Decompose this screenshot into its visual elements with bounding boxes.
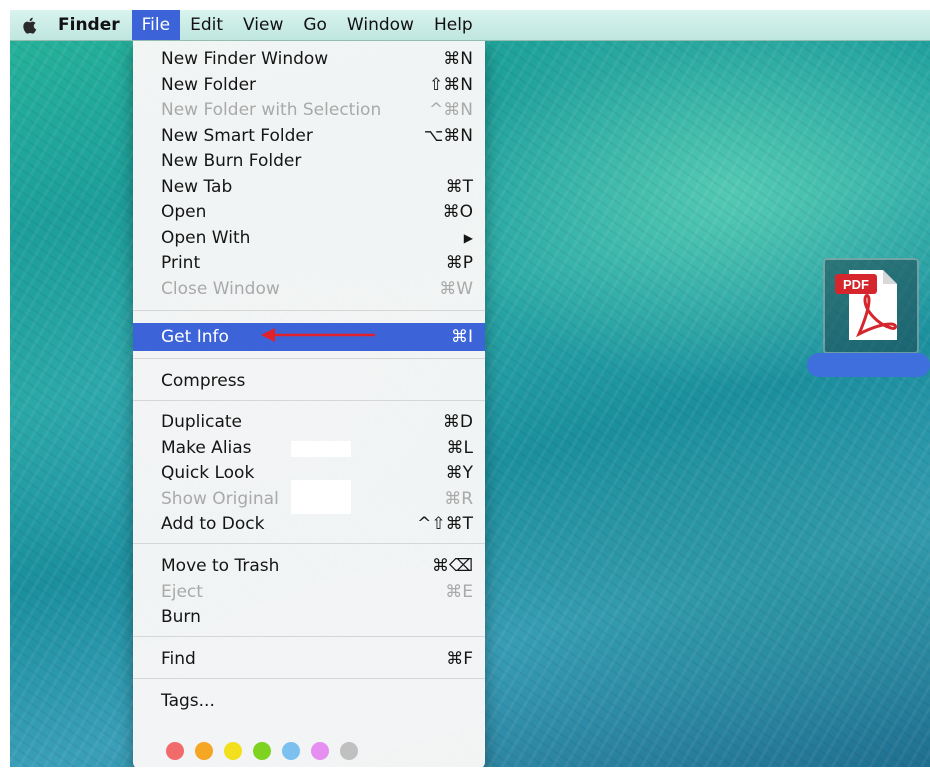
tag-yellow[interactable] (224, 742, 242, 760)
menubar-edit[interactable]: Edit (180, 10, 233, 40)
menu-item-shortcut: ^⌘N (429, 100, 473, 120)
menu-item-shortcut: ⌘D (442, 412, 473, 432)
menu-item-label: New Tab (161, 177, 233, 197)
menu-item-shortcut: ⌘I (450, 327, 473, 347)
tag-color-row (166, 742, 358, 760)
tag-red[interactable] (166, 742, 184, 760)
menubar-window[interactable]: Window (337, 10, 424, 40)
annotation-arrow-icon (261, 328, 375, 342)
menu-item-label: Close Window (161, 279, 280, 299)
menu-item-shortcut: ⌘N (443, 49, 473, 69)
tag-gray[interactable] (340, 742, 358, 760)
menu-item-print[interactable]: Print ⌘P (133, 250, 485, 276)
pdf-file-icon[interactable]: PDF (823, 258, 919, 354)
tag-blue[interactable] (282, 742, 300, 760)
menu-item-label: Burn (161, 607, 201, 627)
menu-item-shortcut: ⌘P (445, 253, 473, 273)
menu-separator (133, 310, 485, 311)
menubar-finder[interactable]: Finder (50, 10, 132, 40)
desktop: Finder File Edit View Go Window Help New… (10, 10, 930, 767)
menu-item-new-folder-with-selection: New Folder with Selection ^⌘N (133, 97, 485, 123)
menu-item-label: New Finder Window (161, 49, 329, 69)
menu-item-label: Add to Dock (161, 514, 265, 534)
tag-purple[interactable] (311, 742, 329, 760)
menu-item-new-finder-window[interactable]: New Finder Window ⌘N (133, 46, 485, 72)
menu-item-label: Eject (161, 582, 203, 602)
apple-logo-icon[interactable] (10, 10, 50, 40)
tag-orange[interactable] (195, 742, 213, 760)
file-menu: New Finder Window ⌘N New Folder ⇧⌘N New … (133, 40, 485, 767)
menu-item-label: Find (161, 649, 196, 669)
redaction-patch (291, 480, 351, 514)
menu-item-shortcut: ⇧⌘N (429, 75, 473, 95)
menu-item-shortcut: ⌘R (444, 489, 473, 509)
menubar-go[interactable]: Go (293, 10, 337, 40)
menu-item-new-burn-folder[interactable]: New Burn Folder (133, 148, 485, 174)
menu-item-tags[interactable]: Tags... (133, 688, 485, 714)
menu-item-label: New Smart Folder (161, 126, 313, 146)
menu-item-duplicate[interactable]: Duplicate ⌘D (133, 409, 485, 435)
menu-item-new-folder[interactable]: New Folder ⇧⌘N (133, 72, 485, 98)
menu-item-open-with[interactable]: Open With ▶ (133, 225, 485, 251)
menu-item-add-to-dock[interactable]: Add to Dock ^⇧⌘T (133, 511, 485, 537)
menu-separator (133, 400, 485, 401)
menu-item-shortcut: ⌘E (445, 582, 473, 602)
menu-item-label: Move to Trash (161, 556, 280, 576)
menu-item-label: Show Original (161, 489, 279, 509)
menu-item-label: New Folder with Selection (161, 100, 382, 120)
submenu-arrow-icon: ▶ (463, 231, 473, 245)
menu-item-shortcut: ⌘⌫ (431, 556, 473, 576)
menu-item-label: Print (161, 253, 201, 273)
pdf-document-icon: PDF (835, 270, 897, 340)
menu-item-label: Open With (161, 228, 251, 248)
menu-item-compress[interactable]: Compress (133, 368, 485, 394)
menu-item-shortcut: ^⇧⌘T (417, 514, 473, 534)
menu-item-label: Tags... (161, 691, 215, 711)
menu-item-close-window: Close Window ⌘W (133, 276, 485, 302)
menu-separator (133, 358, 485, 359)
menu-item-label: Compress (161, 371, 246, 391)
menu-item-label: Get Info (161, 327, 229, 347)
file-name-label-selected[interactable] (807, 353, 930, 377)
redaction-patch (291, 441, 351, 457)
menu-item-eject: Eject ⌘E (133, 579, 485, 605)
menu-item-shortcut: ⌥⌘N (423, 126, 473, 146)
menu-separator (133, 678, 485, 679)
menu-item-label: Open (161, 202, 207, 222)
menu-bar: Finder File Edit View Go Window Help (10, 10, 930, 41)
menu-item-shortcut: ⌘W (439, 279, 473, 299)
menu-item-shortcut: ⌘Y (445, 463, 473, 483)
menu-item-new-tab[interactable]: New Tab ⌘T (133, 174, 485, 200)
tag-green[interactable] (253, 742, 271, 760)
pdf-badge-text: PDF (843, 277, 869, 292)
menu-item-shortcut: ⌘F (446, 649, 473, 669)
menu-separator (133, 543, 485, 544)
menu-item-shortcut: ⌘O (442, 202, 473, 222)
menu-item-shortcut: ⌘T (445, 177, 473, 197)
menubar-view[interactable]: View (233, 10, 293, 40)
menu-item-shortcut: ⌘L (446, 438, 473, 458)
menu-separator (133, 636, 485, 637)
menubar-file[interactable]: File (131, 10, 181, 40)
menu-item-find[interactable]: Find ⌘F (133, 646, 485, 672)
menu-item-label: New Folder (161, 75, 257, 95)
menu-item-open[interactable]: Open ⌘O (133, 199, 485, 225)
menu-item-new-smart-folder[interactable]: New Smart Folder ⌥⌘N (133, 123, 485, 149)
menubar-help[interactable]: Help (424, 10, 483, 40)
menu-item-label: New Burn Folder (161, 151, 302, 171)
menu-item-move-to-trash[interactable]: Move to Trash ⌘⌫ (133, 553, 485, 579)
menu-item-burn[interactable]: Burn (133, 604, 485, 630)
menu-item-label: Make Alias (161, 438, 252, 458)
menu-item-label: Quick Look (161, 463, 255, 483)
menu-item-label: Duplicate (161, 412, 242, 432)
